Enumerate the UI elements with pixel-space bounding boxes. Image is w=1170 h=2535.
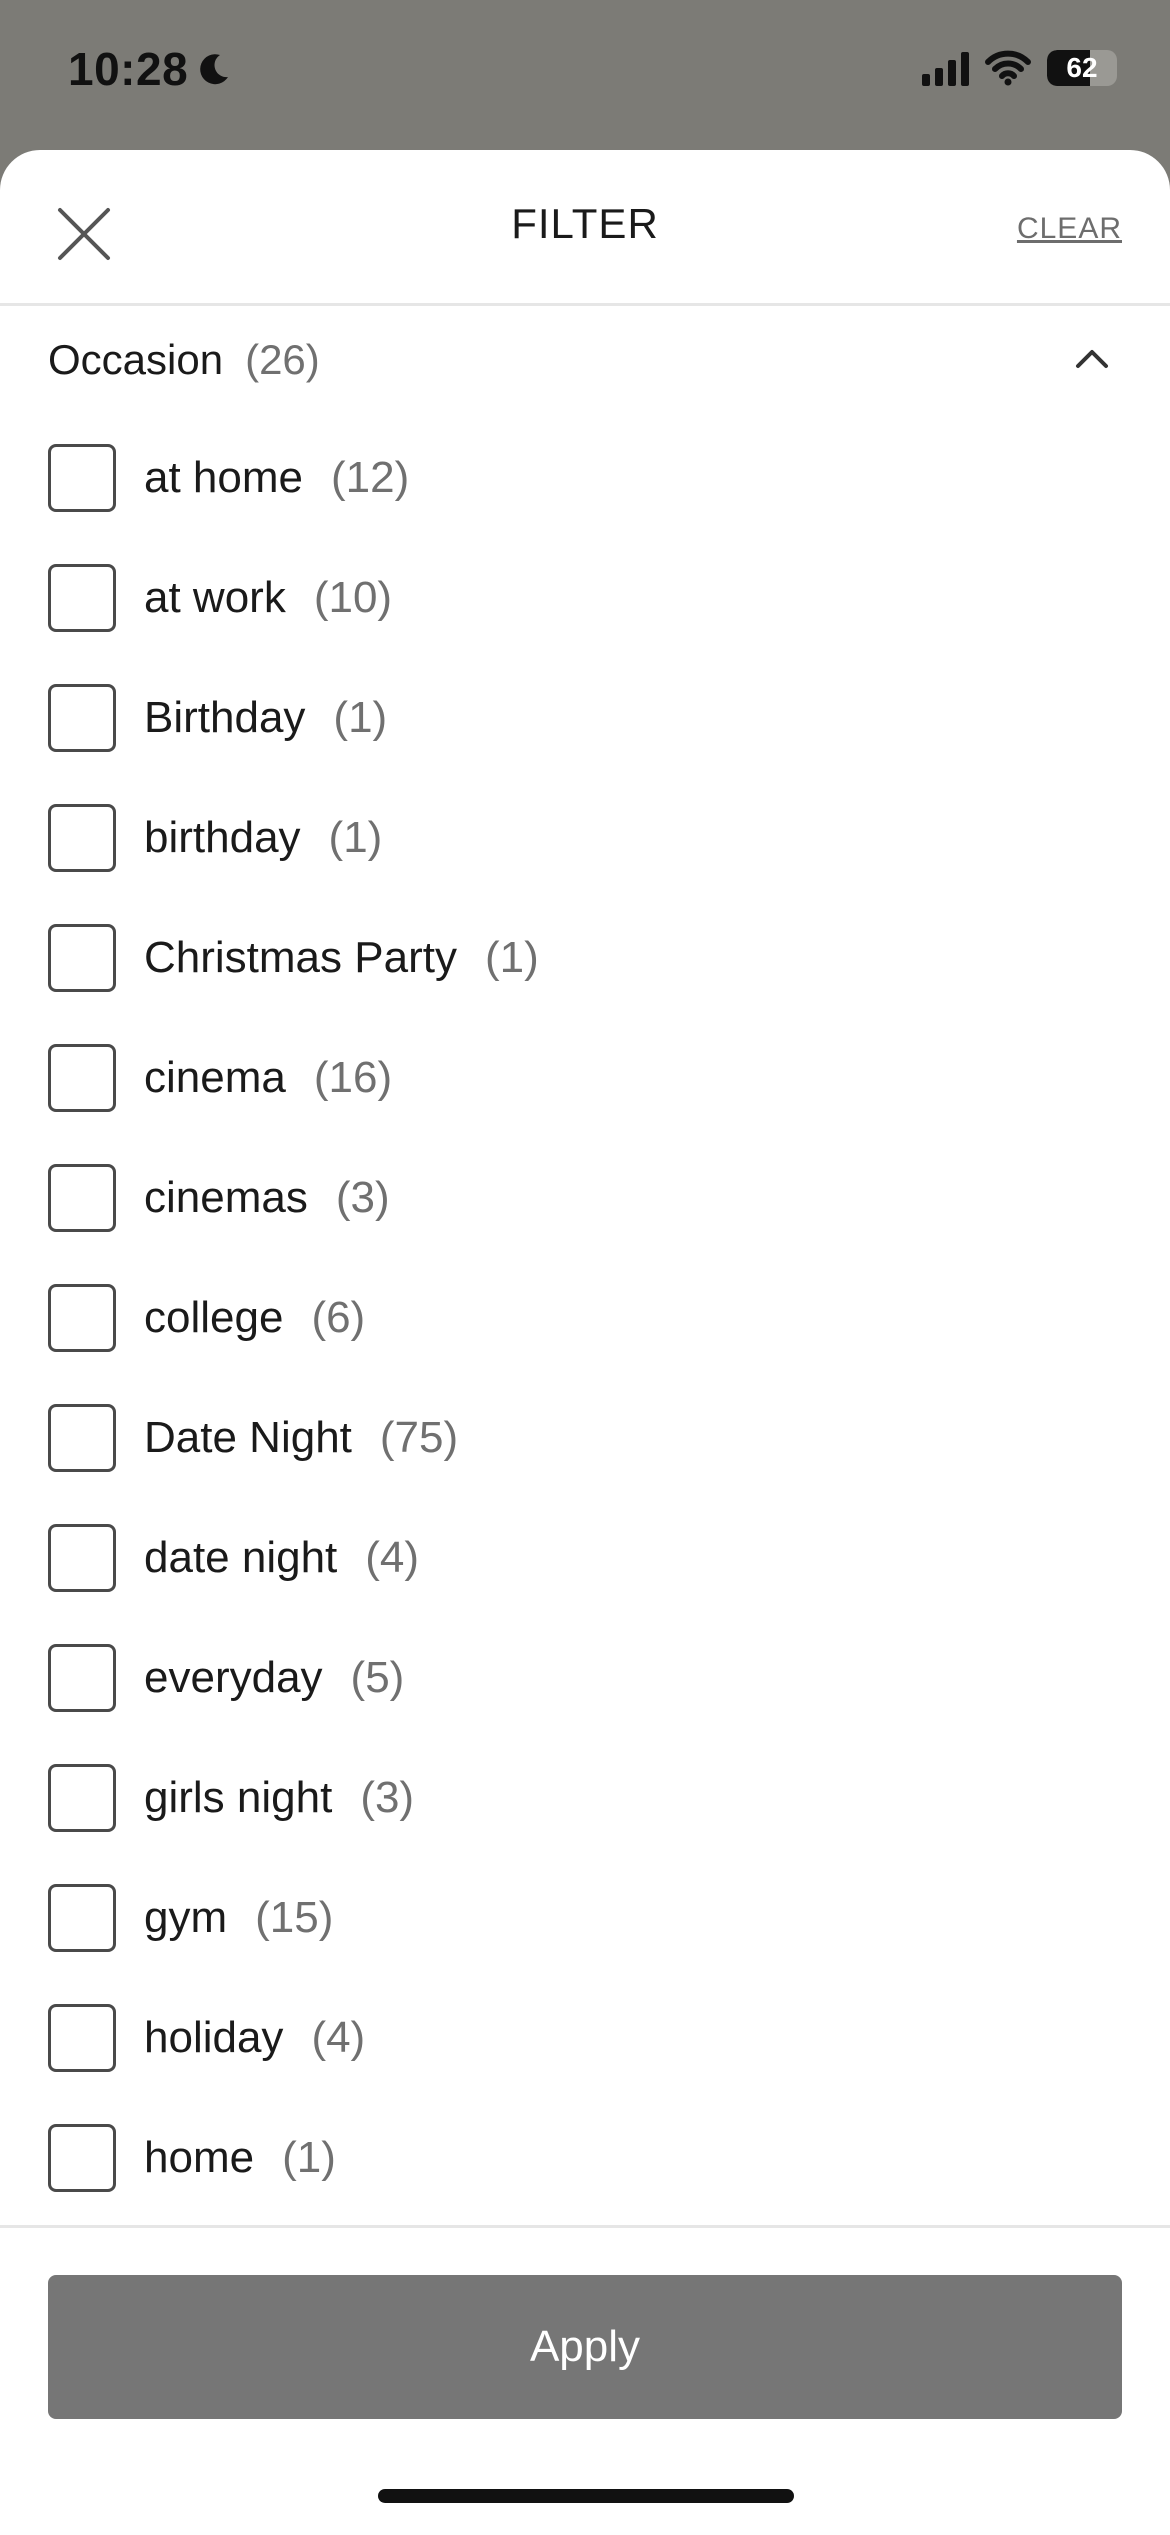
checkbox[interactable] bbox=[48, 804, 116, 872]
cellular-signal-icon bbox=[922, 50, 969, 86]
list-item[interactable]: Date Night (75) bbox=[0, 1378, 1170, 1498]
home-indicator[interactable] bbox=[378, 2489, 794, 2503]
option-count: (1) bbox=[282, 2133, 336, 2182]
option-label: date night bbox=[144, 1533, 338, 1582]
list-item[interactable]: everyday (5) bbox=[0, 1618, 1170, 1738]
list-item[interactable]: date night (4) bbox=[0, 1498, 1170, 1618]
list-item[interactable]: at home (12) bbox=[0, 418, 1170, 538]
checkbox[interactable] bbox=[48, 1644, 116, 1712]
option-count: (10) bbox=[313, 573, 393, 622]
checkbox[interactable] bbox=[48, 1284, 116, 1352]
option-count: (4) bbox=[311, 2013, 366, 2062]
option-label: girls night bbox=[144, 1773, 333, 1822]
checkbox[interactable] bbox=[48, 1164, 116, 1232]
section-title: Occasion (26) bbox=[48, 336, 320, 384]
list-item[interactable]: holiday (4) bbox=[0, 1978, 1170, 2098]
checkbox[interactable] bbox=[48, 684, 116, 752]
option-label: Christmas Party bbox=[144, 933, 457, 982]
checkbox[interactable] bbox=[48, 444, 116, 512]
option-label: birthday bbox=[144, 813, 301, 862]
list-item[interactable]: Christmas Party (1) bbox=[0, 898, 1170, 1018]
option-label: holiday bbox=[144, 2013, 284, 2062]
list-item[interactable]: college (6) bbox=[0, 1258, 1170, 1378]
option-label: college bbox=[144, 1293, 284, 1342]
checkbox[interactable] bbox=[48, 1884, 116, 1952]
option-count: (1) bbox=[484, 933, 539, 982]
list-item[interactable]: Birthday (1) bbox=[0, 658, 1170, 778]
checkbox[interactable] bbox=[48, 1404, 116, 1472]
option-count: (3) bbox=[360, 1773, 415, 1822]
option-count: (15) bbox=[255, 1893, 334, 1942]
checkbox[interactable] bbox=[48, 1764, 116, 1832]
list-item[interactable]: girls night (3) bbox=[0, 1738, 1170, 1858]
option-list: at home (12) at work (10) Birthday (1) birt… bbox=[0, 418, 1170, 2368]
moon-icon bbox=[200, 54, 229, 85]
sheet-header: FILTER CLEAR bbox=[0, 150, 1170, 306]
option-label: cinema bbox=[144, 1053, 286, 1102]
clear-button[interactable]: CLEAR bbox=[1017, 212, 1122, 246]
list-item[interactable]: birthday (1) bbox=[0, 778, 1170, 898]
checkbox[interactable] bbox=[48, 2004, 116, 2072]
page-title: FILTER bbox=[511, 200, 659, 247]
list-item[interactable]: at work (10) bbox=[0, 538, 1170, 658]
apply-button[interactable]: Apply bbox=[48, 2275, 1122, 2419]
option-count: (16) bbox=[313, 1053, 393, 1102]
section-count: (26) bbox=[245, 336, 320, 383]
option-count: (6) bbox=[311, 1293, 366, 1342]
option-count: (3) bbox=[335, 1173, 390, 1222]
time-text: 10:28 bbox=[68, 43, 189, 95]
checkbox[interactable] bbox=[48, 2124, 116, 2192]
option-count: (75) bbox=[379, 1413, 459, 1462]
option-label: at work bbox=[144, 573, 286, 622]
option-label: Birthday bbox=[144, 693, 306, 742]
option-label: home bbox=[144, 2133, 255, 2182]
wifi-icon bbox=[985, 50, 1031, 86]
option-count: (4) bbox=[365, 1533, 420, 1582]
checkbox[interactable] bbox=[48, 1524, 116, 1592]
battery-percent: 62 bbox=[1066, 52, 1098, 83]
chevron-up-icon[interactable] bbox=[1074, 346, 1110, 370]
option-label: everyday bbox=[144, 1653, 323, 1702]
list-item[interactable]: cinema (16) bbox=[0, 1018, 1170, 1138]
option-label: Date Night bbox=[144, 1413, 352, 1462]
list-item[interactable]: cinemas (3) bbox=[0, 1138, 1170, 1258]
option-label: at home bbox=[144, 453, 303, 502]
status-indicators: 62 bbox=[922, 50, 1117, 86]
option-count: (12) bbox=[330, 453, 410, 502]
status-bar: 10:28 62 bbox=[0, 0, 1170, 150]
option-count: (1) bbox=[333, 693, 388, 742]
list-item[interactable]: home (1) bbox=[0, 2098, 1170, 2218]
battery-icon: 62 bbox=[1047, 50, 1117, 86]
checkbox[interactable] bbox=[48, 564, 116, 632]
option-label: gym bbox=[144, 1893, 228, 1942]
option-count: (5) bbox=[350, 1653, 405, 1702]
status-time: 10:28 bbox=[68, 42, 234, 96]
checkbox[interactable] bbox=[48, 1044, 116, 1112]
option-label: cinemas bbox=[144, 1173, 308, 1222]
section-header-occasion[interactable]: Occasion (26) bbox=[0, 306, 1170, 418]
section-title-label: Occasion bbox=[48, 336, 224, 383]
checkbox[interactable] bbox=[48, 924, 116, 992]
list-item[interactable]: gym (15) bbox=[0, 1858, 1170, 1978]
option-count: (1) bbox=[328, 813, 383, 862]
